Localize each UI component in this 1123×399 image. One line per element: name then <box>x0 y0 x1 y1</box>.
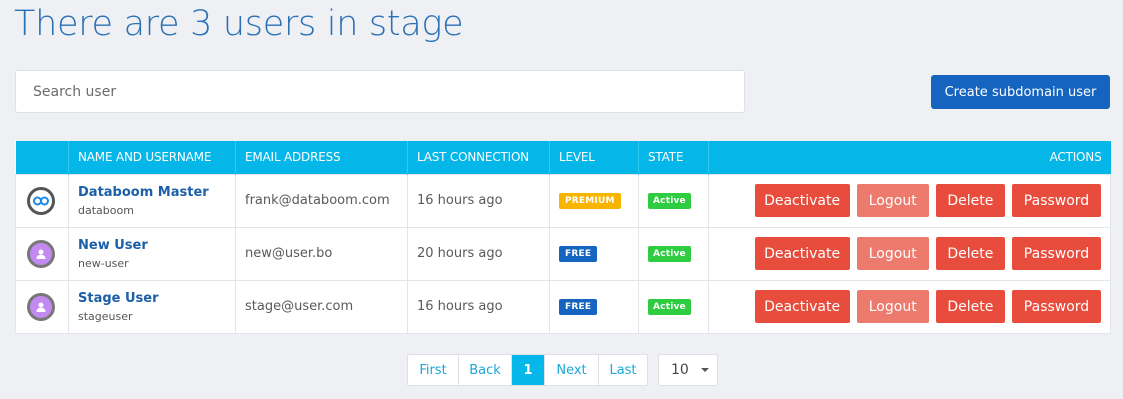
column-header-state[interactable]: STATE <box>638 141 709 174</box>
username: new-user <box>78 256 129 270</box>
password-button[interactable]: Password <box>1012 290 1101 323</box>
state-badge: Active <box>648 246 691 262</box>
level-badge: FREE <box>559 246 598 262</box>
email-cell: frank@databoom.com <box>235 173 408 228</box>
username: databoom <box>78 203 134 217</box>
avatar-cell <box>15 279 69 334</box>
user-icon <box>27 292 55 321</box>
password-button[interactable]: Password <box>1012 184 1101 217</box>
level-badge: FREE <box>559 299 598 315</box>
actions-cell: Deactivate Logout Delete Password <box>708 173 1111 228</box>
level-cell: FREE <box>549 226 639 281</box>
state-cell: Active <box>638 226 709 281</box>
create-subdomain-user-button[interactable]: Create subdomain user <box>931 75 1110 109</box>
logout-button[interactable]: Logout <box>856 237 929 270</box>
databoom-logo-icon <box>27 186 55 215</box>
table-row: New User new-user new@user.bo 20 hours a… <box>15 226 1111 281</box>
column-header-last-connection[interactable]: LAST CONNECTION <box>407 141 550 174</box>
actions-cell: Deactivate Logout Delete Password <box>708 226 1111 281</box>
table-row: Databoom Master databoom frank@databoom.… <box>15 173 1111 228</box>
per-page-select[interactable]: 10 <box>658 354 718 386</box>
search-input[interactable] <box>15 70 745 113</box>
pagination-last[interactable]: Last <box>599 355 647 385</box>
page-title: There are 3 users in stage <box>14 4 464 44</box>
pagination: First Back 1 Next Last <box>407 354 648 386</box>
state-cell: Active <box>638 279 709 334</box>
table-row: Stage User stageuser stage@user.com 16 h… <box>15 279 1111 334</box>
table-header-row: NAME AND USERNAME EMAIL ADDRESS LAST CON… <box>15 141 1111 174</box>
state-badge: Active <box>648 193 691 209</box>
state-cell: Active <box>638 173 709 228</box>
delete-button[interactable]: Delete <box>935 184 1005 217</box>
logout-button[interactable]: Logout <box>856 184 929 217</box>
last-connection-cell: 20 hours ago <box>407 226 550 281</box>
delete-button[interactable]: Delete <box>935 237 1005 270</box>
last-connection-cell: 16 hours ago <box>407 173 550 228</box>
user-icon <box>27 239 55 268</box>
level-badge: PREMIUM <box>559 193 621 209</box>
avatar-cell <box>15 173 69 228</box>
deactivate-button[interactable]: Deactivate <box>754 184 850 217</box>
user-name-link[interactable]: Stage User <box>78 291 226 306</box>
level-cell: PREMIUM <box>549 173 639 228</box>
pagination-first[interactable]: First <box>408 355 459 385</box>
email-cell: stage@user.com <box>235 279 408 334</box>
delete-button[interactable]: Delete <box>935 290 1005 323</box>
name-cell: Stage User stageuser <box>68 279 236 334</box>
last-connection-cell: 16 hours ago <box>407 279 550 334</box>
avatar-cell <box>15 226 69 281</box>
column-header-name[interactable]: NAME AND USERNAME <box>68 141 236 174</box>
name-cell: Databoom Master databoom <box>68 173 236 228</box>
state-badge: Active <box>648 299 691 315</box>
per-page-value: 10 <box>671 362 689 378</box>
column-header-level[interactable]: LEVEL <box>549 141 639 174</box>
username: stageuser <box>78 309 133 323</box>
users-table: NAME AND USERNAME EMAIL ADDRESS LAST CON… <box>15 141 1111 334</box>
email-cell: new@user.bo <box>235 226 408 281</box>
user-name-link[interactable]: New User <box>78 238 226 253</box>
column-header-email[interactable]: EMAIL ADDRESS <box>235 141 408 174</box>
pagination-back[interactable]: Back <box>459 355 512 385</box>
logout-button[interactable]: Logout <box>856 290 929 323</box>
password-button[interactable]: Password <box>1012 237 1101 270</box>
user-name-link[interactable]: Databoom Master <box>78 185 226 200</box>
column-header-avatar <box>15 141 69 174</box>
pagination-next[interactable]: Next <box>545 355 599 385</box>
actions-cell: Deactivate Logout Delete Password <box>708 279 1111 334</box>
deactivate-button[interactable]: Deactivate <box>754 290 850 323</box>
column-header-actions: ACTIONS <box>708 141 1111 174</box>
level-cell: FREE <box>549 279 639 334</box>
caret-down-icon <box>700 368 709 372</box>
deactivate-button[interactable]: Deactivate <box>754 237 850 270</box>
name-cell: New User new-user <box>68 226 236 281</box>
pagination-page-current[interactable]: 1 <box>512 355 545 385</box>
